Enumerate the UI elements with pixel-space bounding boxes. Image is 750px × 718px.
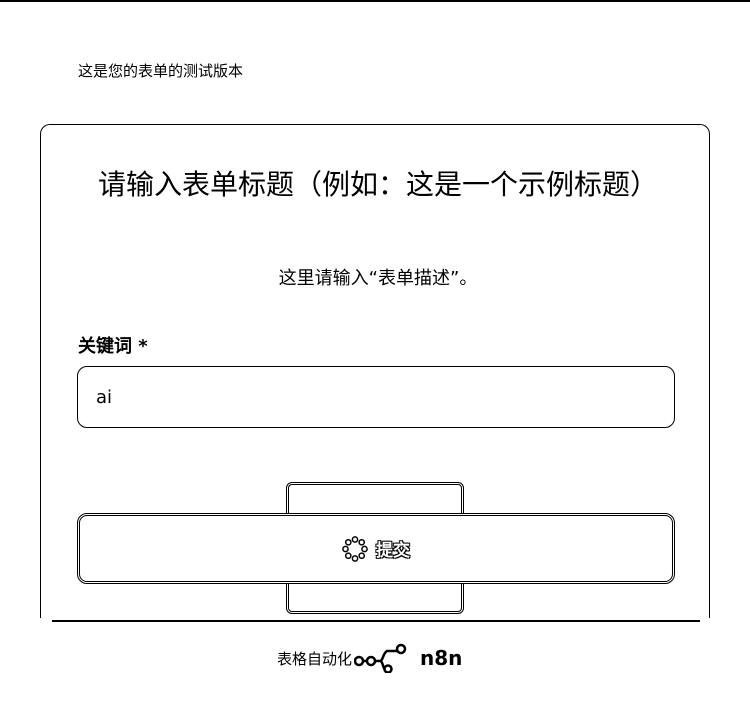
form-title: 请输入表单标题（例如：这是一个示例标题） [97, 168, 658, 201]
keyword-field-label: 关键词 * [78, 336, 148, 357]
submit-button-label: 提交 [376, 541, 411, 561]
card-bottom-divider [52, 620, 700, 622]
keyword-input[interactable] [77, 366, 675, 428]
submit-button[interactable]: 提交 [77, 513, 675, 584]
n8n-brand-text: n8n [420, 646, 463, 670]
top-border [0, 0, 750, 2]
footer[interactable]: 表格自动化 n8n [277, 643, 462, 673]
n8n-logo-icon [354, 643, 407, 673]
loading-spinner-icon [342, 535, 368, 562]
test-version-banner: 这是您的表单的测试版本 [78, 62, 244, 80]
form-description: 这里请输入“表单描述”。 [278, 268, 478, 289]
footer-text: 表格自动化 [277, 649, 353, 668]
